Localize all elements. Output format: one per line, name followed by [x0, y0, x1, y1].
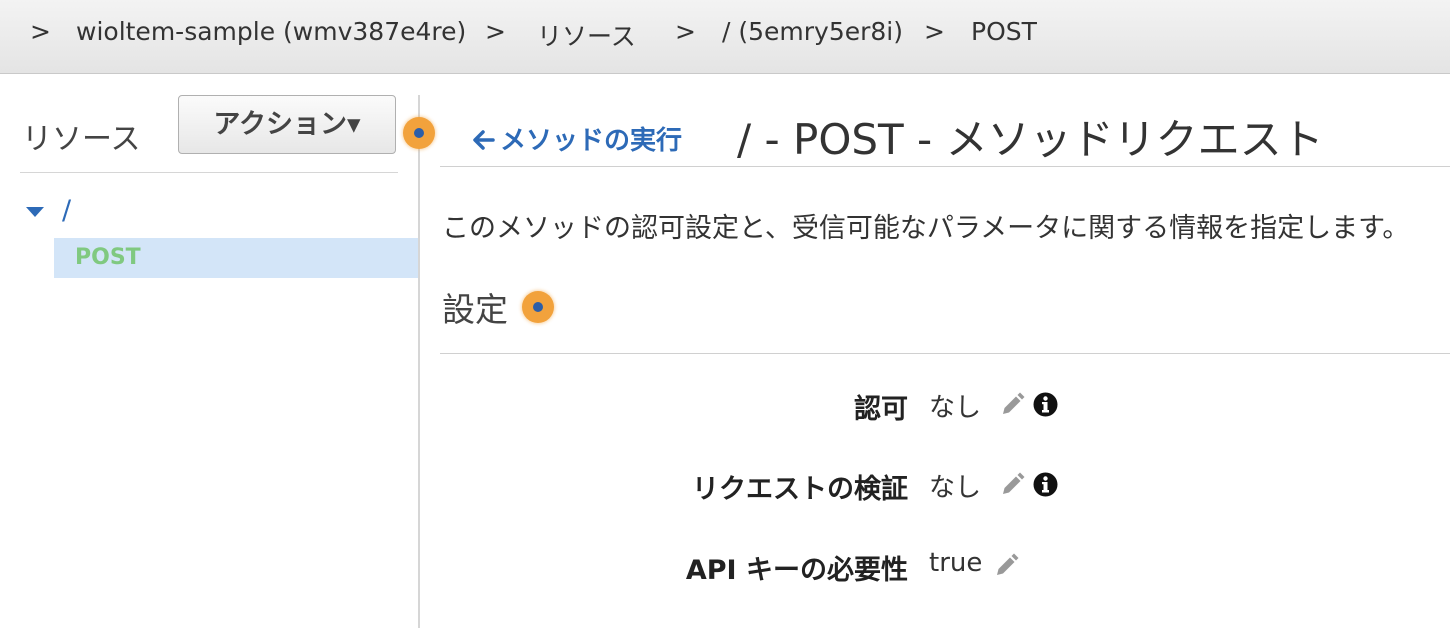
breadcrumb-separator: >	[675, 17, 696, 46]
back-link-label: メソッドの実行	[500, 126, 683, 156]
tree-item-post[interactable]: POST	[54, 238, 418, 278]
pencil-icon[interactable]	[999, 392, 1025, 418]
header-divider	[440, 166, 1450, 167]
breadcrumb: > wioltem-sample (wmv387e4re) > リソース > /…	[0, 0, 1450, 74]
breadcrumb-separator: >	[924, 17, 945, 46]
authorization-label: 認可	[854, 394, 908, 425]
actions-dropdown-button[interactable]: アクション▾	[178, 95, 396, 154]
breadcrumb-separator: >	[30, 17, 51, 46]
info-icon[interactable]	[1033, 392, 1058, 417]
api-key-required-value: true	[929, 548, 983, 578]
hotspot-indicator[interactable]	[403, 117, 435, 149]
pencil-icon[interactable]	[999, 472, 1025, 498]
breadcrumb-item-method[interactable]: POST	[971, 17, 1037, 46]
pencil-icon[interactable]	[993, 553, 1019, 579]
page-description: このメソッドの認可設定と、受信可能なパラメータに関する情報を指定します。	[442, 213, 1410, 244]
breadcrumb-separator: >	[485, 17, 506, 46]
sidebar-divider	[20, 172, 398, 173]
arrow-left-icon	[473, 130, 495, 150]
api-key-required-label: API キーの必要性	[685, 555, 908, 586]
tree-item-root-label: /	[62, 195, 72, 226]
hotspot-indicator[interactable]	[522, 291, 554, 323]
breadcrumb-item-resources[interactable]: リソース	[537, 17, 636, 53]
info-icon[interactable]	[1033, 472, 1058, 497]
section-divider	[440, 353, 1450, 354]
method-execution-back-link[interactable]: メソッドの実行	[472, 120, 682, 157]
page-title: / - POST - メソッドリクエスト	[737, 115, 1324, 164]
resources-heading: リソース	[22, 122, 141, 157]
breadcrumb-item-api[interactable]: wioltem-sample (wmv387e4re)	[76, 17, 466, 46]
caret-down-icon[interactable]	[26, 207, 44, 217]
breadcrumb-item-resource-root[interactable]: / (5emry5er8i)	[722, 17, 903, 46]
request-validation-label: リクエストの検証	[692, 474, 908, 505]
settings-section-title: 設定	[442, 290, 508, 329]
authorization-value: なし	[929, 393, 982, 423]
request-validation-value: なし	[929, 473, 982, 503]
